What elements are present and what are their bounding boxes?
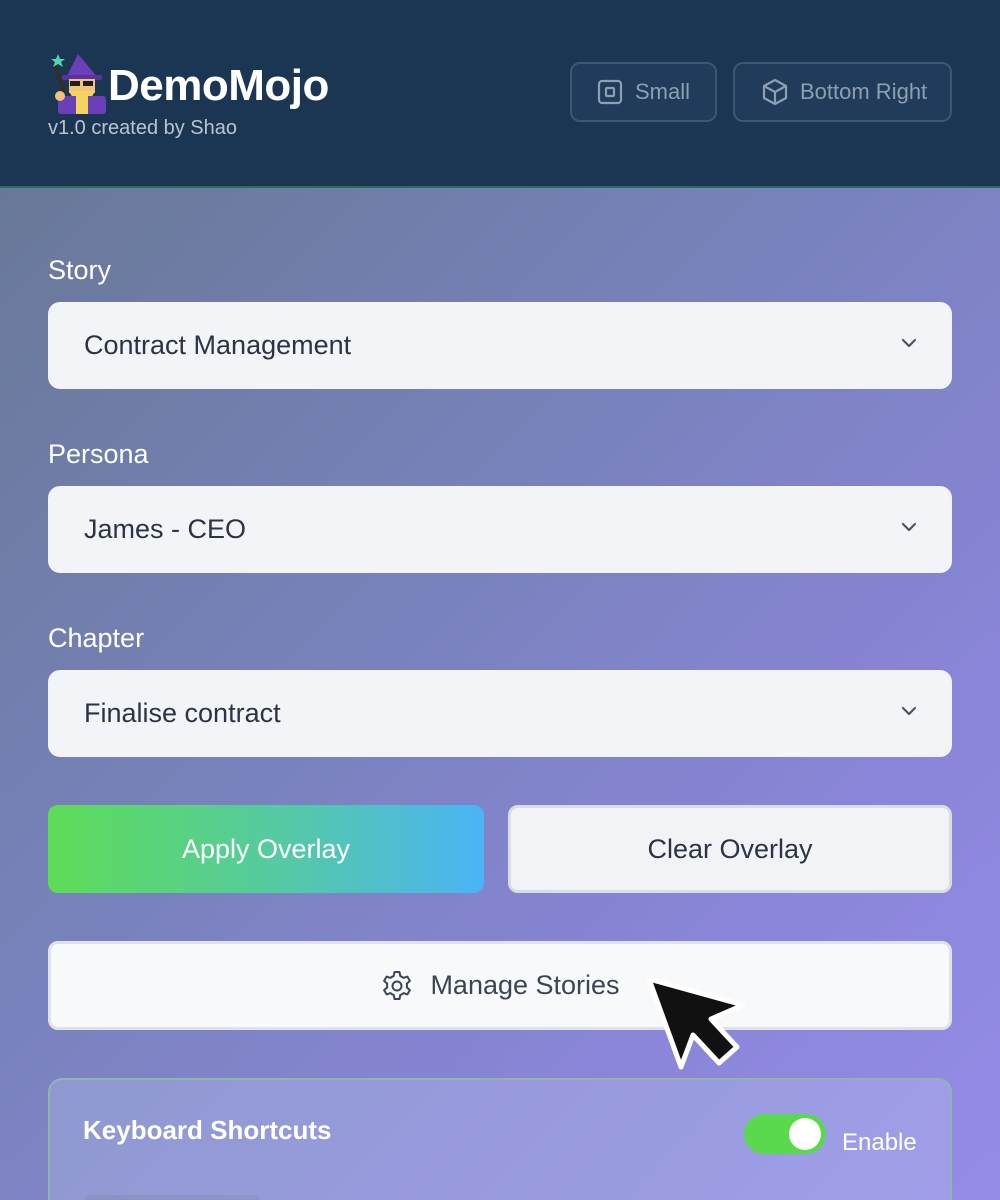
story-label: Story	[48, 255, 112, 285]
mouse-cursor-icon	[645, 975, 755, 1075]
chevron-down-icon	[901, 706, 917, 716]
chapter-label: Chapter	[48, 623, 145, 653]
clear-overlay-button[interactable]: Clear Overlay	[508, 805, 952, 893]
persona-select-value: James - CEO	[84, 514, 247, 544]
manage-stories-label: Manage Stories	[430, 970, 620, 1000]
clear-overlay-label: Clear Overlay	[647, 833, 813, 864]
apply-overlay-label: Apply Overlay	[181, 833, 351, 864]
shortcut-row	[83, 1195, 261, 1200]
square-icon	[597, 79, 623, 105]
size-button[interactable]: Small	[570, 62, 717, 122]
cube-icon	[762, 78, 788, 106]
size-button-label: Small	[635, 79, 691, 104]
app-subtitle: v1.0 created by Shao	[48, 117, 238, 139]
position-button[interactable]: Bottom Right	[733, 62, 952, 122]
story-select[interactable]: Contract Management	[48, 302, 952, 389]
chapter-select[interactable]: Finalise contract	[48, 670, 952, 757]
app-header: DemoMojo v1.0 created by Shao Small Bott…	[0, 0, 1000, 188]
toggle-enable-label: Enable	[842, 1129, 917, 1156]
position-button-label: Bottom Right	[800, 79, 928, 104]
story-select-value: Contract Management	[84, 330, 352, 360]
keyboard-shortcuts-title: Keyboard Shortcuts	[83, 1115, 332, 1145]
chapter-select-value: Finalise contract	[84, 698, 281, 728]
apply-overlay-button[interactable]: Apply Overlay	[48, 805, 484, 893]
manage-stories-button[interactable]: Manage Stories	[48, 941, 952, 1030]
persona-select[interactable]: James - CEO	[48, 486, 952, 573]
chevron-down-icon	[901, 338, 917, 348]
keyboard-shortcuts-panel: Keyboard Shortcuts Enable	[48, 1078, 952, 1200]
app-title: DemoMojo	[108, 61, 329, 110]
gear-icon	[383, 970, 412, 1000]
persona-label: Persona	[48, 439, 149, 469]
toggle-knob	[789, 1118, 821, 1150]
chevron-down-icon	[901, 522, 917, 532]
shortcuts-enable-toggle[interactable]	[744, 1114, 826, 1154]
